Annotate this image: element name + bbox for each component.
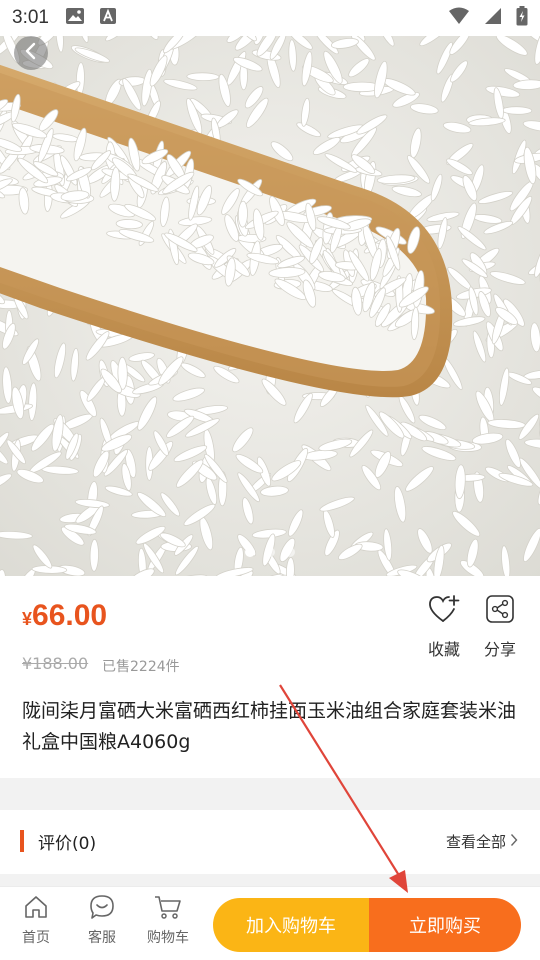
nav-service-label: 客服	[88, 930, 116, 946]
rice-grain	[501, 106, 533, 115]
nav-cart-label: 购物车	[147, 930, 189, 946]
currency-symbol: ¥	[22, 609, 33, 629]
nav-home-label: 首页	[22, 930, 50, 946]
status-bar: 3:01	[0, 0, 540, 36]
section-accent-bar	[20, 830, 24, 852]
carousel-dot[interactable]	[265, 547, 275, 557]
favorite-label: 收藏	[427, 640, 460, 659]
nav-cart[interactable]: 购物车	[136, 893, 200, 947]
sold-count: 已售2224件	[102, 659, 180, 675]
product-info-card: ¥66.00 ¥188.00 已售2224件 收藏 分享 陇间柒月富硒大米富硒西…	[0, 576, 540, 778]
heart-plus-icon	[427, 595, 461, 628]
original-price: ¥188.00	[22, 654, 89, 673]
carousel-dot[interactable]	[245, 547, 255, 557]
nav-customer-service[interactable]: 客服	[70, 893, 134, 947]
carousel-indicator	[0, 547, 540, 557]
share-button[interactable]: 分享	[470, 594, 530, 660]
carousel-dot[interactable]	[285, 547, 295, 557]
chevron-left-icon	[23, 41, 39, 65]
cart-icon	[153, 896, 183, 925]
wifi-icon	[448, 7, 470, 29]
nav-home[interactable]: 首页	[4, 893, 68, 947]
product-title: 陇间柒月富硒大米富硒西红柿挂面玉米油组合家庭套装米油礼盒中国粮A4060g	[22, 700, 517, 753]
image-icon	[65, 7, 85, 29]
product-image[interactable]	[0, 36, 540, 576]
back-button[interactable]	[14, 36, 48, 70]
price: ¥66.00	[22, 599, 107, 633]
favorite-button[interactable]: 收藏	[414, 594, 474, 660]
battery-icon	[516, 6, 528, 30]
home-icon	[22, 896, 50, 925]
view-all-reviews-link[interactable]: 查看全部	[446, 831, 518, 852]
add-to-cart-button[interactable]: 加入购物车	[213, 898, 369, 952]
share-icon	[485, 595, 515, 628]
review-section: 评价(0) 查看全部	[0, 810, 540, 874]
chevron-right-icon	[510, 833, 518, 851]
view-all-label: 查看全部	[445, 833, 506, 851]
share-label: 分享	[483, 640, 516, 659]
customer-service-icon	[88, 895, 116, 925]
status-time: 3:01	[12, 7, 49, 28]
price-value: 66.00	[32, 599, 108, 632]
text-a-icon	[99, 7, 117, 29]
buy-now-button[interactable]: 立即购买	[369, 898, 521, 952]
rice-grain	[186, 72, 220, 82]
bottom-action-bar: 首页 客服 购物车 加入购物车 立即购买	[0, 886, 540, 960]
rice-scoop-photo	[0, 36, 540, 576]
rice-grain	[237, 200, 248, 228]
signal-icon	[484, 7, 502, 29]
review-title: 评价(0)	[38, 834, 97, 854]
